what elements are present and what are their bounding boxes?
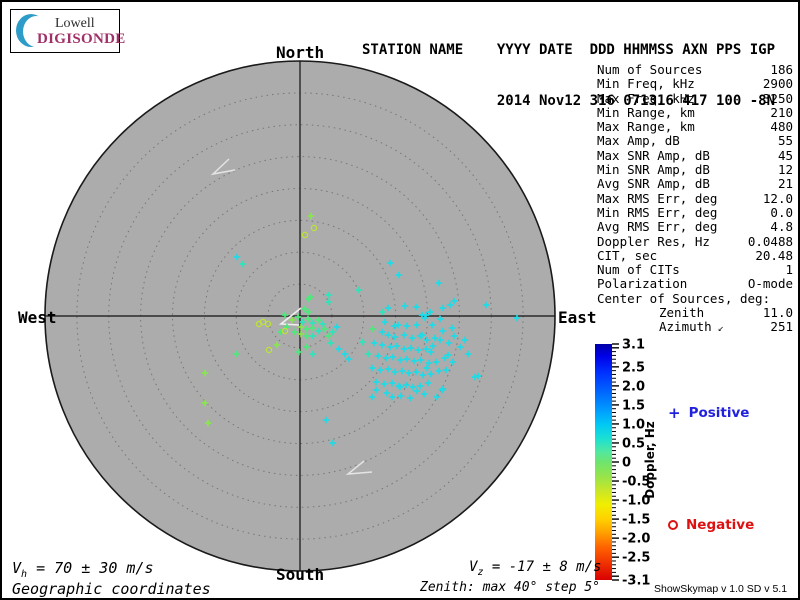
legend-positive-label: Positive [688, 405, 750, 421]
compass-label-south: South [276, 565, 325, 584]
svg-text:1.0: 1.0 [622, 417, 645, 432]
svg-text:-2.5: -2.5 [622, 551, 650, 566]
svg-text:0.5: 0.5 [622, 436, 645, 451]
colorbar-axis-title: Doppler, Hz [643, 421, 657, 499]
vertical-velocity-readout: Vz = -17 ± 8 m/s [469, 559, 602, 578]
app-version-label: ShowSkymap v 1.0 SD v 5.1 [654, 583, 788, 595]
compass-label-north: North [276, 43, 325, 62]
svg-text:2.5: 2.5 [622, 360, 645, 375]
plus-marker-icon: + [668, 404, 681, 422]
skymap-window: Lowell DIGISONDE STATION NAME YYYY DATE … [0, 0, 800, 600]
legend-negative-label: Negative [686, 517, 755, 533]
zenith-scale-label: Zenith: max 40° step 5° [420, 580, 601, 595]
doppler-colorbar [595, 344, 612, 580]
svg-text:-1.5: -1.5 [622, 513, 650, 528]
svg-text:2.0: 2.0 [622, 379, 645, 394]
horizontal-velocity-readout: Vh = 70 ± 30 m/s [12, 559, 154, 580]
compass-label-west: West [18, 308, 57, 327]
coordinate-system-label: Geographic coordinates [12, 580, 211, 598]
colorbar-ticks [612, 343, 619, 581]
compass-label-east: East [558, 308, 597, 327]
svg-text:-2.0: -2.0 [622, 532, 650, 547]
svg-text:3.1: 3.1 [622, 338, 645, 353]
svg-text:1.5: 1.5 [622, 398, 645, 413]
skymap-svg: 3.12.52.01.51.00.50-0.5-1.0-1.5-2.0-2.5-… [44, 60, 657, 589]
legend-positive: + Positive [668, 404, 749, 422]
legend-negative: Negative [668, 517, 754, 533]
svg-text:0: 0 [622, 456, 631, 471]
circle-marker-icon [668, 520, 678, 530]
svg-text:-3.1: -3.1 [622, 574, 650, 589]
